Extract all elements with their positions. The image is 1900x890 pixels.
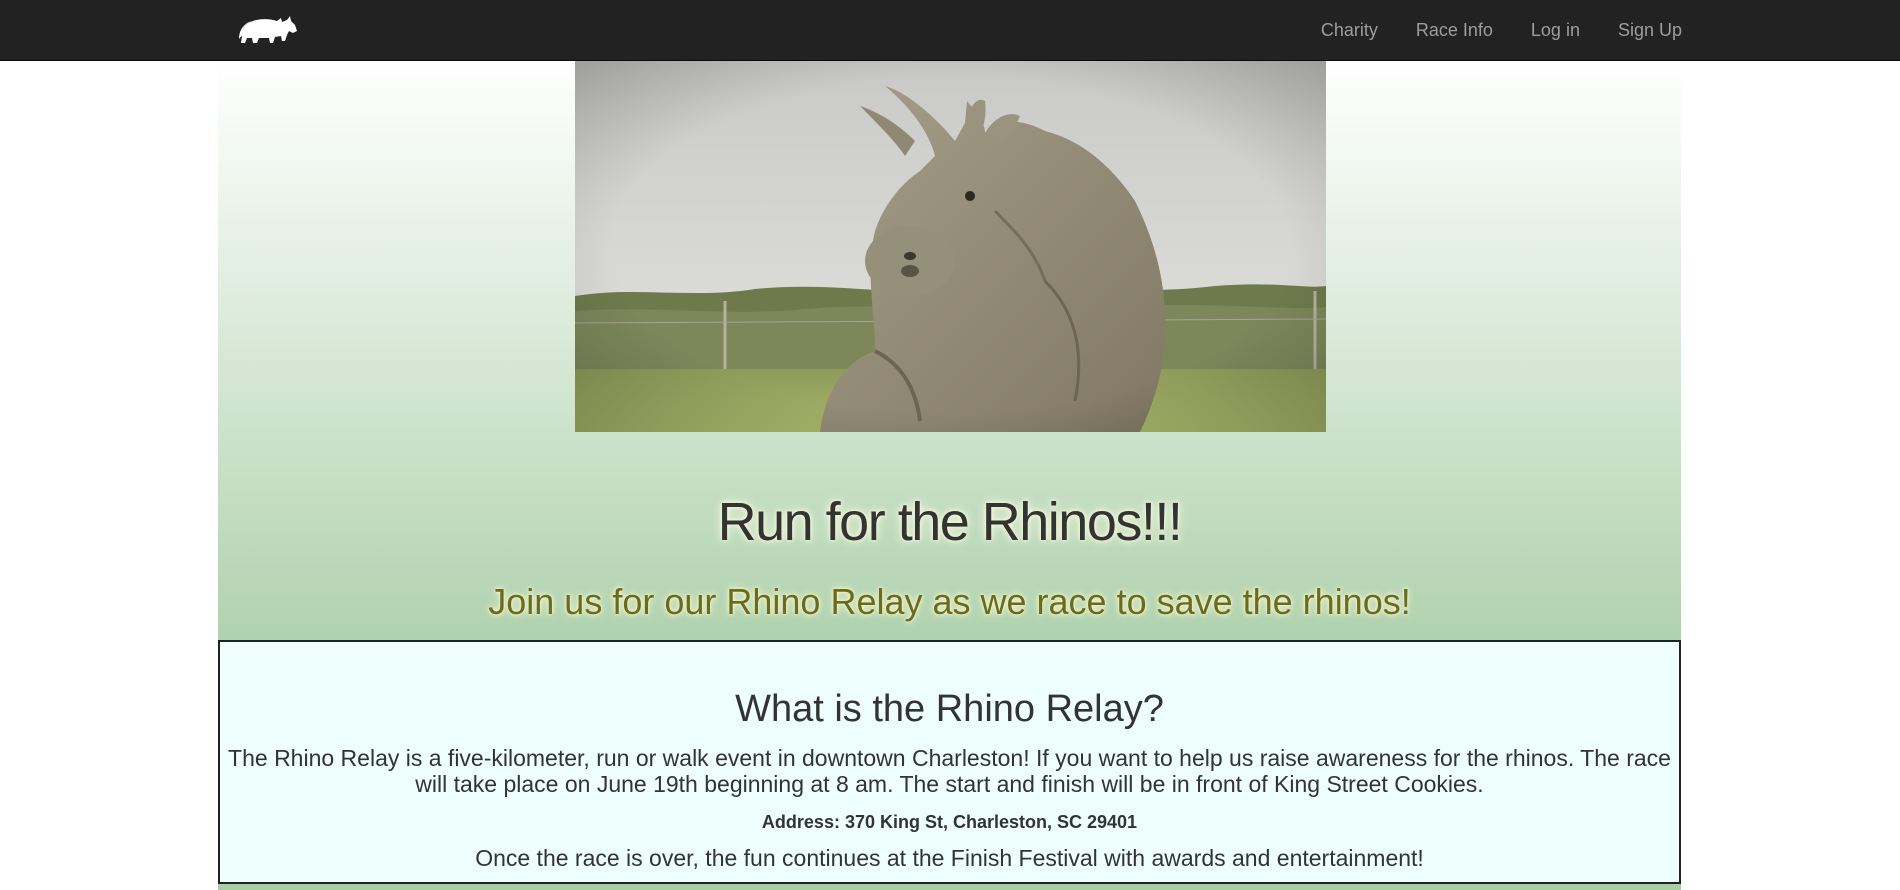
page-subheadline: Join us for our Rhino Relay as we race t…	[488, 581, 1411, 622]
relay-info-box: What is the Rhino Relay? The Rhino Relay…	[218, 640, 1681, 884]
page-headline: Run for the Rhinos!!!	[717, 492, 1183, 552]
main-container: Run for the Rhinos!!! Join us for our Rh…	[218, 61, 1681, 890]
info-title: What is the Rhino Relay?	[735, 688, 1164, 730]
rhino-logo-icon[interactable]	[235, 9, 299, 49]
info-address: Address: 370 King St, Charleston, SC 294…	[761, 812, 1138, 832]
nav-link-log-in[interactable]: Log in	[1531, 20, 1580, 41]
info-closing: Once the race is over, the fun continues…	[475, 845, 1424, 871]
info-description: The Rhino Relay is a five-kilometer, run…	[228, 745, 1671, 797]
nav-link-charity[interactable]: Charity	[1321, 20, 1378, 41]
nav-link-sign-up[interactable]: Sign Up	[1618, 20, 1682, 41]
nav-links: Charity Race Info Log in Sign Up	[1283, 0, 1682, 60]
rhino-photo	[575, 61, 1326, 432]
nav-link-race-info[interactable]: Race Info	[1416, 20, 1493, 41]
top-navbar: Charity Race Info Log in Sign Up	[0, 0, 1900, 61]
